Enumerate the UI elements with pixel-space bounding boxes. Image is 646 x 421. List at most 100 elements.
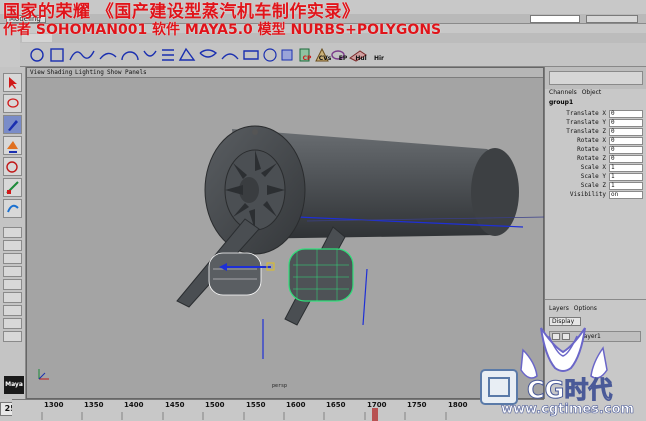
shelf-hul-button[interactable]: Hul	[352, 46, 370, 64]
planar-icon	[178, 47, 196, 61]
shelf-ep-button[interactable]: EP	[334, 46, 352, 64]
panel-divider	[545, 299, 646, 300]
attr-label: Translate Y	[566, 119, 606, 126]
attr-value[interactable]: 0	[609, 110, 643, 118]
toolbox	[0, 67, 26, 399]
attr-label: Scale Z	[580, 182, 606, 189]
attr-value[interactable]: on	[609, 191, 643, 199]
cv-curve-icon	[99, 52, 117, 60]
viewport-menu-shading[interactable]: Shading	[47, 69, 72, 76]
panel-toggle-buttons[interactable]	[549, 71, 643, 85]
viewport-menu-panels[interactable]: Panels	[125, 69, 147, 76]
select-tool-icon[interactable]	[3, 73, 22, 92]
channel-box-header	[545, 67, 646, 89]
attr-row[interactable]: Translate X0	[545, 110, 646, 119]
perspective-viewport[interactable]: View Shading Lighting Show Panels persp	[26, 67, 545, 399]
move-tool-icon[interactable]	[3, 136, 22, 155]
attr-value[interactable]: 0	[609, 137, 643, 145]
layout-hypershade-icon[interactable]	[3, 292, 22, 303]
cg-times-watermark: CG时代 www.cgtimes.com	[475, 326, 646, 421]
quick-select-field[interactable]	[530, 15, 580, 23]
viewport-menu-show[interactable]: Show	[107, 69, 121, 76]
shelf-tab-custom[interactable]	[442, 34, 466, 42]
boundary-icon	[243, 50, 259, 60]
attr-row[interactable]: Scale Z1	[545, 182, 646, 191]
menu-channels[interactable]: Channels	[549, 89, 577, 96]
cylinder-block	[208, 248, 354, 302]
shelf: CP CVs EP Hul Hir	[20, 43, 646, 67]
menu-object[interactable]: Object	[582, 89, 602, 96]
attr-label: Rotate X	[577, 137, 606, 144]
menu-options[interactable]: Options	[574, 305, 597, 312]
layer-display-select[interactable]: Display	[549, 317, 581, 326]
nurbs-square-icon	[50, 48, 64, 62]
attr-value[interactable]: 0	[609, 128, 643, 136]
shelf-cvs-button[interactable]: CVs	[316, 46, 334, 64]
layers-menu: Layers Options	[549, 305, 597, 312]
layout-outliner-icon[interactable]	[3, 266, 22, 277]
time-ruler	[41, 408, 447, 421]
attr-label: Scale X	[580, 164, 606, 171]
viewport-menu-view[interactable]: View	[30, 69, 44, 76]
maya-logo: Maya	[4, 376, 24, 394]
rotate-tool-icon[interactable]	[3, 157, 22, 176]
attr-label: Scale Y	[580, 173, 606, 180]
attr-label: Visibility	[569, 191, 606, 198]
layout-two-icon[interactable]	[3, 253, 22, 264]
attr-row[interactable]: Rotate Y0	[545, 146, 646, 155]
attr-row[interactable]: Scale X1	[545, 164, 646, 173]
lasso-tool-icon[interactable]	[3, 94, 22, 113]
viewport-scene	[38, 125, 545, 380]
attr-row[interactable]: Rotate X0	[545, 137, 646, 146]
paint-select-tool-icon[interactable]	[3, 115, 22, 134]
nurbs-circle-icon	[30, 48, 44, 62]
attr-label: Rotate Z	[577, 155, 606, 162]
attr-value[interactable]: 1	[609, 173, 643, 181]
shelf-cp-button[interactable]: CP	[298, 46, 316, 64]
layout-four-icon[interactable]	[3, 240, 22, 251]
attr-row[interactable]: Scale Y1	[545, 173, 646, 182]
layout-graph-icon[interactable]	[3, 279, 22, 290]
extrude-icon	[199, 49, 218, 58]
axis-gizmo	[38, 369, 49, 380]
maya-window: Modeling CP CVs EP Hul Hir 国家的荣耀 《国产建设型蒸…	[0, 0, 646, 421]
attr-row[interactable]: Rotate Z0	[545, 155, 646, 164]
manipulator-tool-icon[interactable]	[3, 199, 22, 218]
time-slider[interactable]: 1300 1350 1400 1450 1500 1550 1600 1650 …	[12, 399, 544, 421]
attr-value[interactable]: 1	[609, 164, 643, 172]
arc-icon	[121, 51, 139, 61]
camera-label: persp	[272, 383, 288, 389]
input-line-field[interactable]	[586, 15, 638, 23]
attr-value[interactable]: 0	[609, 119, 643, 127]
scale-tool-icon[interactable]	[3, 178, 22, 197]
shelf-hir-button[interactable]: Hir	[370, 46, 388, 64]
revolve-icon	[143, 50, 157, 57]
attr-value[interactable]: 1	[609, 182, 643, 190]
sphere-icon	[263, 48, 277, 62]
watermark-url: www.cgtimes.com	[501, 402, 635, 418]
channel-box-menu: Channels Object	[549, 89, 601, 96]
layout-single-icon[interactable]	[3, 227, 22, 238]
viewport-menu-bar: View Shading Lighting Show Panels	[27, 68, 543, 78]
overlay-author-line: 作者 SOHOMAN001 软件 MAYA5.0 模型 NURBS+POLYGO…	[3, 22, 442, 38]
watermark-brand: CG时代	[526, 376, 613, 405]
attr-row[interactable]: Translate Z0	[545, 128, 646, 137]
attr-label: Translate X	[566, 110, 606, 117]
node-name[interactable]: group1	[549, 99, 573, 106]
attr-row[interactable]: Translate Y0	[545, 119, 646, 128]
smokebox-front	[204, 125, 306, 255]
loft-icon	[162, 49, 174, 61]
attr-value[interactable]: 0	[609, 146, 643, 154]
attr-row[interactable]: Visibility on	[545, 191, 646, 200]
layout-hypergraph-icon[interactable]	[3, 331, 22, 342]
layout-persp-graph-icon[interactable]	[3, 305, 22, 316]
viewport-menu-lighting[interactable]: Lighting	[75, 69, 104, 76]
attr-value[interactable]: 0	[609, 155, 643, 163]
ep-curve-icon	[69, 50, 95, 61]
menu-layers[interactable]: Layers	[549, 305, 569, 312]
playhead	[372, 408, 378, 421]
attr-label: Translate Z	[566, 128, 606, 135]
cube-icon	[281, 49, 293, 61]
layout-persp-outliner-icon[interactable]	[3, 318, 22, 329]
attr-label: Rotate Y	[577, 146, 606, 153]
